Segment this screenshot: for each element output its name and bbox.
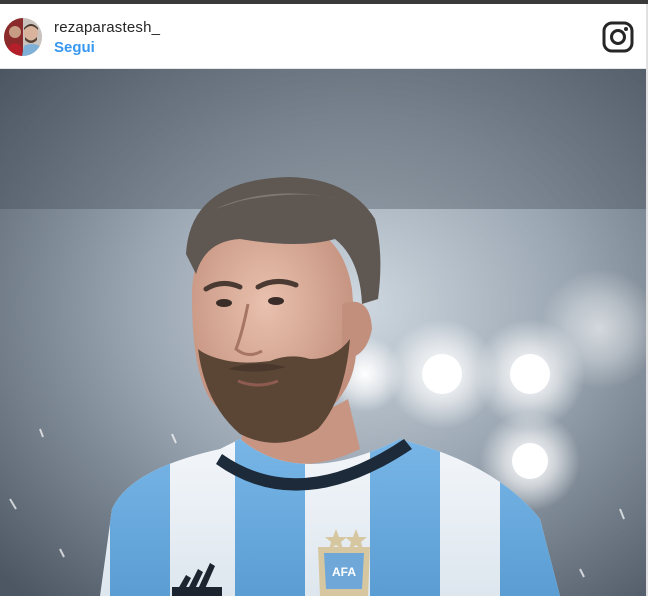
post-header: rezaparastesh_ Segui <box>0 4 648 69</box>
username[interactable]: rezaparastesh_ <box>54 19 160 36</box>
instagram-embed: rezaparastesh_ Segui AFA <box>0 0 648 596</box>
svg-text:AFA: AFA <box>332 565 356 579</box>
follow-button[interactable]: Segui <box>54 39 95 56</box>
instagram-icon[interactable] <box>602 21 634 53</box>
post-photo-image: AFA <box>0 69 646 596</box>
post-photo[interactable]: AFA <box>0 69 646 596</box>
profile-avatar[interactable] <box>4 18 42 56</box>
